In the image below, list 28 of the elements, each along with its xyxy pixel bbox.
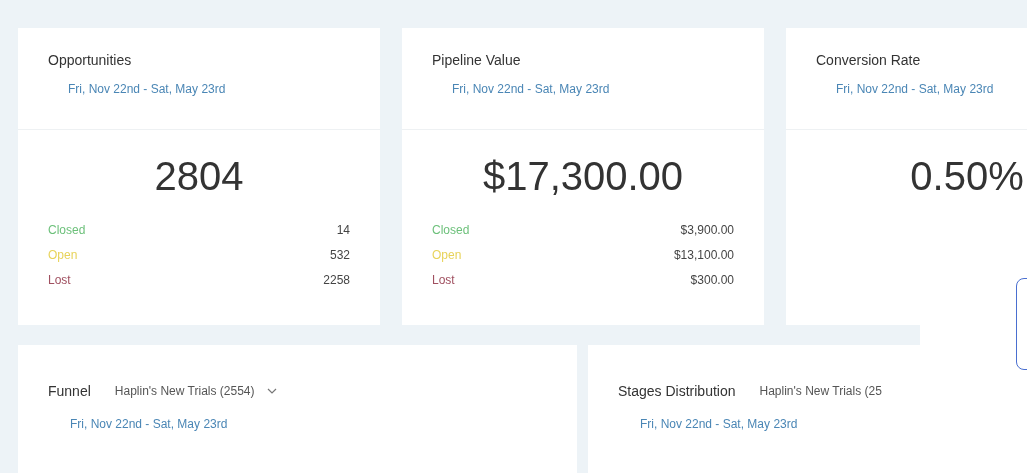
date-range: Fri, Nov 22nd - Sat, May 23rd: [70, 417, 229, 431]
status-value: $3,900.00: [680, 223, 734, 239]
date-range: Fri, Nov 22nd - Sat, May 23rd: [68, 82, 227, 96]
date-range: Fri, Nov 22nd - Sat, May 23rd: [640, 417, 799, 431]
card-title: Opportunities: [48, 52, 133, 68]
status-label: Open: [432, 248, 462, 264]
status-value: 532: [329, 248, 350, 264]
filter-dropdown[interactable]: Haplin's New Trials (2554): [114, 384, 277, 398]
status-label: Open: [48, 248, 78, 264]
metric-total: 2804: [153, 154, 245, 199]
date-range: Fri, Nov 22nd - Sat, May 23rd: [452, 82, 611, 96]
status-value: $13,100.00: [673, 248, 734, 264]
status-label: Closed: [432, 223, 470, 239]
metric-total: $17,300.00: [481, 154, 685, 199]
status-label: Closed: [48, 223, 86, 239]
status-label: Lost: [48, 273, 71, 289]
panel-title: Funnel: [48, 383, 91, 399]
filter-dropdown[interactable]: Haplin's New Trials (25: [759, 384, 882, 398]
status-value: $300.00: [690, 273, 734, 289]
status-value: 14: [336, 223, 350, 239]
caret-icon: [266, 388, 277, 394]
card-title: Conversion Rate: [816, 52, 922, 68]
status-value: 2258: [323, 273, 350, 289]
metric-total: 0.50%: [909, 154, 1025, 199]
card-title: Pipeline Value: [432, 52, 522, 68]
date-range: Fri, Nov 22nd - Sat, May 23rd: [836, 82, 995, 96]
panel-title: Stages Distribution: [618, 383, 736, 399]
status-label: Lost: [432, 273, 455, 289]
